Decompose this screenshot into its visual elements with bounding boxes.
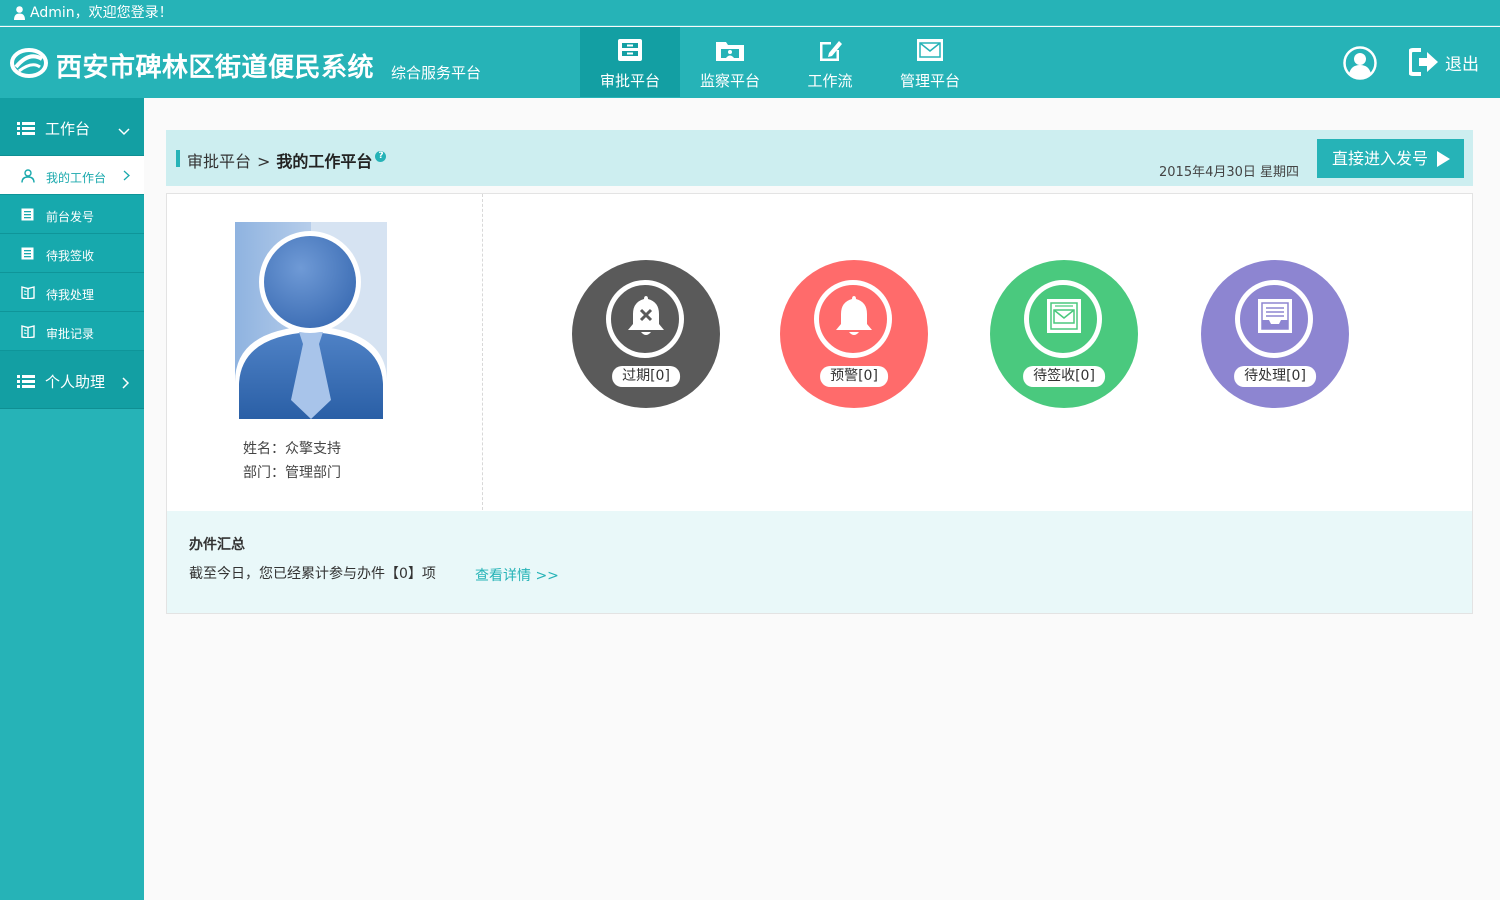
main-nav: 审批平台 监察平台 工作流 管理平台 — [580, 27, 980, 97]
mail-icon — [1046, 298, 1082, 338]
profile-info: 姓名：众擎支持 部门：管理部门 — [243, 437, 341, 485]
sidebar-item-my-workbench[interactable]: 我的工作台 — [0, 156, 144, 195]
sidebar-group-personal-assistant[interactable]: 个人助理 — [0, 351, 144, 409]
logout-button[interactable]: 退出 — [1409, 48, 1479, 76]
bell-x-icon — [626, 294, 666, 342]
breadcrumb-accent — [176, 150, 180, 167]
sidebar-group-label: 工作台 — [45, 120, 91, 138]
stat-warning[interactable]: 预警[0] — [780, 260, 928, 408]
cabinet-icon — [617, 38, 643, 66]
summary-text: 截至今日，您已经累计参与办件【0】项 — [189, 566, 436, 582]
chevron-down-icon — [118, 122, 130, 140]
sidebar-item-pending-process[interactable]: 待我处理 — [0, 273, 144, 312]
profile-department: 部门：管理部门 — [243, 465, 341, 481]
play-arrow-icon — [1437, 151, 1450, 167]
help-icon[interactable]: ? — [375, 151, 387, 162]
sidebar: 工作台 我的工作台 前台发号 待我签收 待我处理 审批记录 个人助理 — [0, 98, 144, 900]
sidebar-item-label: 我的工作台 — [46, 171, 107, 185]
book-icon — [21, 325, 35, 341]
top-strip: Admin，欢迎您登录！ — [0, 0, 1500, 26]
nav-approval-platform[interactable]: 审批平台 — [580, 27, 680, 97]
breadcrumb-separator: > — [257, 152, 271, 171]
user-avatar-button[interactable] — [1343, 46, 1377, 84]
sidebar-item-label: 待我签收 — [46, 249, 95, 263]
sidebar-item-label: 前台发号 — [46, 210, 95, 224]
nav-label: 工作流 — [807, 72, 853, 90]
book-icon — [21, 286, 35, 302]
sidebar-group-label: 个人助理 — [45, 373, 106, 391]
go-button-label: 直接进入发号 — [1332, 149, 1429, 168]
workbench-panel: 姓名：众擎支持 部门：管理部门 过期[0] 预警[0] 待签收[0] 待处理[0… — [166, 193, 1473, 614]
chevron-right-icon — [122, 375, 130, 393]
go-to-numbering-button[interactable]: 直接进入发号 — [1317, 139, 1464, 178]
welcome-text: Admin，欢迎您登录！ — [30, 5, 173, 21]
nav-label: 监察平台 — [699, 72, 760, 90]
breadcrumb-bar: 审批平台 > 我的工作平台? 2015年4月30日 星期四 直接进入发号 — [166, 130, 1473, 186]
list-icon — [17, 121, 35, 139]
nav-label: 审批平台 — [599, 72, 660, 90]
profile-name: 姓名：众擎支持 — [243, 441, 341, 457]
person-outline-icon — [21, 169, 35, 186]
bell-icon — [834, 294, 874, 342]
edit-icon — [817, 38, 843, 66]
view-details-link[interactable]: 查看详情 >> — [475, 565, 559, 585]
sidebar-item-front-desk-numbering[interactable]: 前台发号 — [0, 195, 144, 234]
stat-expired[interactable]: 过期[0] — [572, 260, 720, 408]
header: 西安市碑林区街道便民系统 综合服务平台 审批平台 监察平台 工作流 管理平台 退… — [0, 27, 1500, 98]
sidebar-group-workbench[interactable]: 工作台 — [0, 98, 144, 156]
app-title: 西安市碑林区街道便民系统 — [56, 53, 375, 83]
breadcrumb-root[interactable]: 审批平台 — [187, 152, 251, 171]
app-subtitle: 综合服务平台 — [391, 64, 482, 82]
user-photo — [235, 222, 387, 419]
folder-icon — [715, 38, 745, 66]
nav-label: 管理平台 — [899, 72, 960, 90]
breadcrumb: 审批平台 > 我的工作平台? — [187, 148, 387, 172]
document-icon — [21, 247, 34, 263]
nav-management-platform[interactable]: 管理平台 — [880, 27, 980, 97]
current-date: 2015年4月30日 星期四 — [1159, 165, 1300, 180]
logout-icon — [1409, 48, 1438, 76]
sidebar-item-label: 待我处理 — [46, 288, 95, 302]
inbox-icon — [1257, 298, 1293, 338]
stat-label: 待处理[0] — [1234, 366, 1316, 387]
mail-icon — [916, 38, 944, 66]
stat-label: 待签收[0] — [1023, 366, 1105, 387]
stat-pending-process[interactable]: 待处理[0] — [1201, 260, 1349, 408]
sidebar-item-approval-records[interactable]: 审批记录 — [0, 312, 144, 351]
list-icon — [17, 374, 35, 392]
logout-label: 退出 — [1445, 54, 1479, 75]
document-icon — [21, 208, 34, 224]
sidebar-item-label: 审批记录 — [46, 327, 95, 341]
sidebar-item-pending-sign[interactable]: 待我签收 — [0, 234, 144, 273]
summary-title: 办件汇总 — [189, 537, 245, 553]
summary-section: 办件汇总 截至今日，您已经累计参与办件【0】项 查看详情 >> — [167, 511, 1472, 613]
breadcrumb-current: 我的工作平台 — [276, 152, 373, 171]
user-icon — [14, 3, 25, 29]
user-circle-icon — [1343, 46, 1377, 80]
nav-supervision-platform[interactable]: 监察平台 — [680, 27, 780, 97]
logo-icon — [10, 47, 48, 83]
chevron-right-icon — [123, 170, 130, 184]
stat-label: 过期[0] — [612, 366, 680, 387]
stat-pending-sign[interactable]: 待签收[0] — [990, 260, 1138, 408]
nav-workflow[interactable]: 工作流 — [780, 27, 880, 97]
profile-card: 姓名：众擎支持 部门：管理部门 — [167, 194, 483, 510]
stat-label: 预警[0] — [820, 366, 888, 387]
